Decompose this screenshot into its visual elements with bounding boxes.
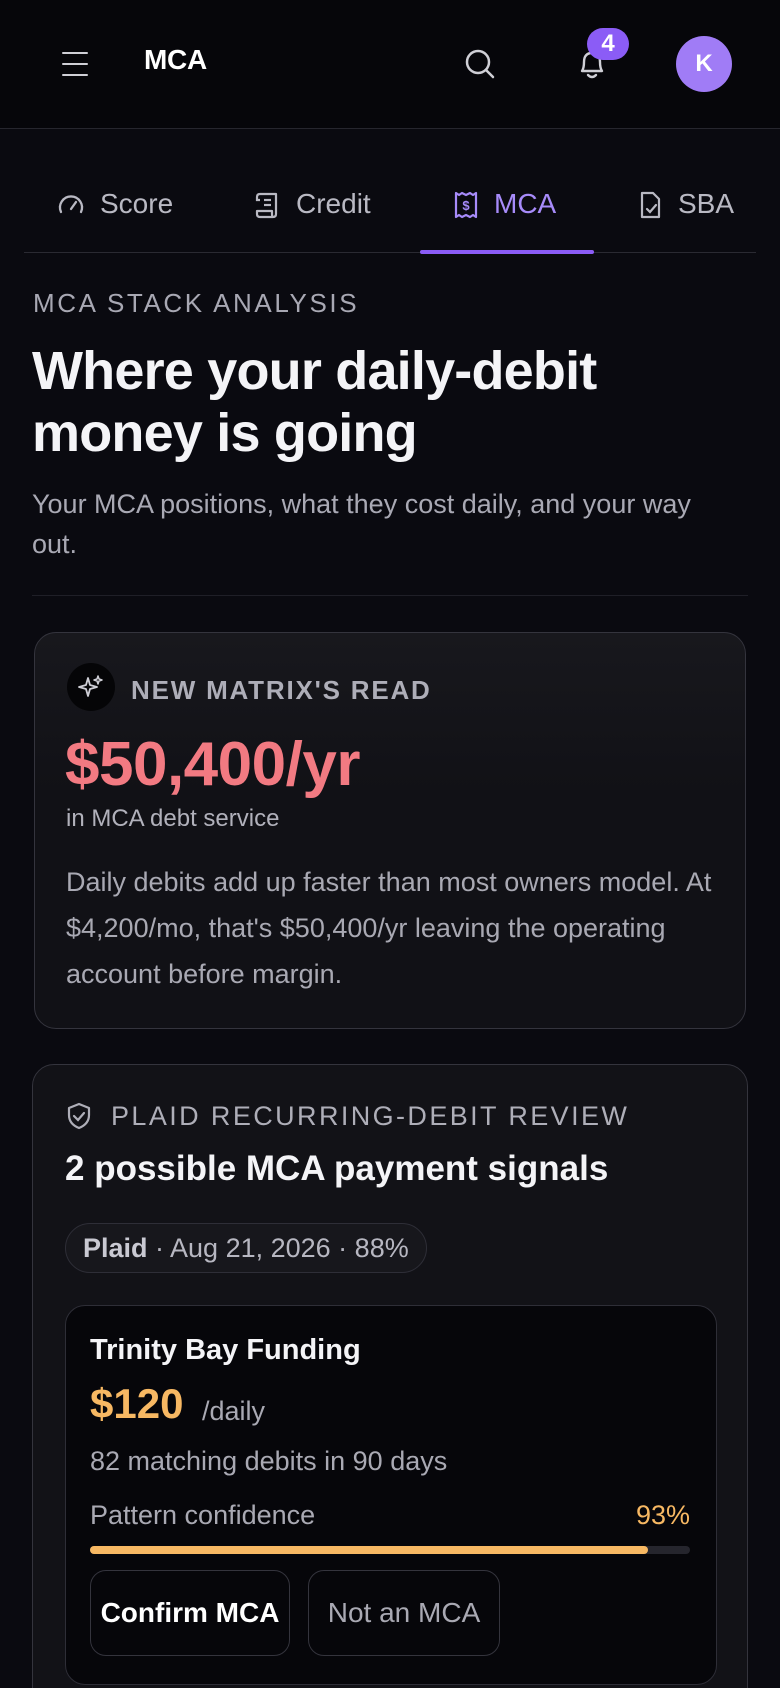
pill-details: · Aug 21, 2026 · 88% xyxy=(147,1232,409,1263)
confirm-mca-button[interactable]: Confirm MCA xyxy=(90,1570,290,1656)
card-body-text: Daily debits add up faster than most own… xyxy=(66,867,712,989)
card-label: NEW MATRIX'S READ xyxy=(131,675,432,705)
lender-name: Trinity Bay Funding xyxy=(90,1334,361,1366)
tab-score[interactable]: Score xyxy=(56,160,173,253)
shield-check-icon xyxy=(67,1102,91,1130)
daily-amount: $120 xyxy=(90,1380,184,1427)
tab-label: Credit xyxy=(296,188,371,219)
gauge-icon xyxy=(58,195,84,214)
tab-sba[interactable]: SBA xyxy=(636,160,734,253)
confidence-bar xyxy=(90,1546,690,1554)
tab-mca[interactable]: $ MCA xyxy=(420,160,594,254)
plaid-review-card: PLAID RECURRING-DEBIT REVIEW 2 possible … xyxy=(32,1064,748,1688)
matrix-read-card: NEW MATRIX'S READ $50,400/yr in MCA debt… xyxy=(34,632,746,1029)
annual-debt-amount: $50,400/yr xyxy=(65,730,360,799)
not-an-mca-button[interactable]: Not an MCA xyxy=(308,1570,500,1656)
menu-button[interactable] xyxy=(58,48,94,82)
page-title: Where your daily-debit money is going xyxy=(32,341,597,463)
avatar[interactable]: K xyxy=(676,36,732,92)
tab-label: MCA xyxy=(494,188,557,219)
svg-text:$: $ xyxy=(462,198,470,213)
pill-source: Plaid xyxy=(83,1232,148,1263)
confidence-value: 93% xyxy=(635,1500,690,1530)
amount-caption: in MCA debt service xyxy=(66,805,280,832)
matching-debits: 82 matching debits in 90 days xyxy=(90,1446,448,1476)
app-title: MCA xyxy=(144,44,207,75)
sparkles-icon xyxy=(67,663,115,711)
confidence-label: Pattern confidence xyxy=(90,1500,316,1530)
top-app-bar: MCA 4 K xyxy=(0,0,780,129)
section-eyebrow: MCA STACK ANALYSIS xyxy=(33,288,360,318)
tab-bar: Score Credit $ MCA SBA xyxy=(24,160,756,254)
tab-label: Score xyxy=(100,188,174,219)
divider xyxy=(32,595,748,596)
mca-signal-card: Trinity Bay Funding $120 /daily 82 match… xyxy=(65,1305,717,1685)
card-label: PLAID RECURRING-DEBIT REVIEW xyxy=(111,1101,630,1131)
card-title: 2 possible MCA payment signals xyxy=(65,1149,609,1188)
receipt-icon: $ xyxy=(454,191,478,219)
search-icon xyxy=(465,49,495,79)
search-button[interactable] xyxy=(462,46,500,84)
notification-badge: 4 xyxy=(587,28,629,60)
scroll-icon xyxy=(255,192,278,219)
tab-credit[interactable]: Credit xyxy=(252,160,371,253)
document-check-icon xyxy=(640,191,661,219)
source-pill: Plaid · Aug 21, 2026 · 88% xyxy=(65,1223,427,1273)
confidence-bar-fill xyxy=(90,1546,648,1554)
tab-label: SBA xyxy=(678,188,735,219)
page-subtitle: Your MCA positions, what they cost daily… xyxy=(32,489,691,559)
daily-unit: /daily xyxy=(202,1396,266,1426)
